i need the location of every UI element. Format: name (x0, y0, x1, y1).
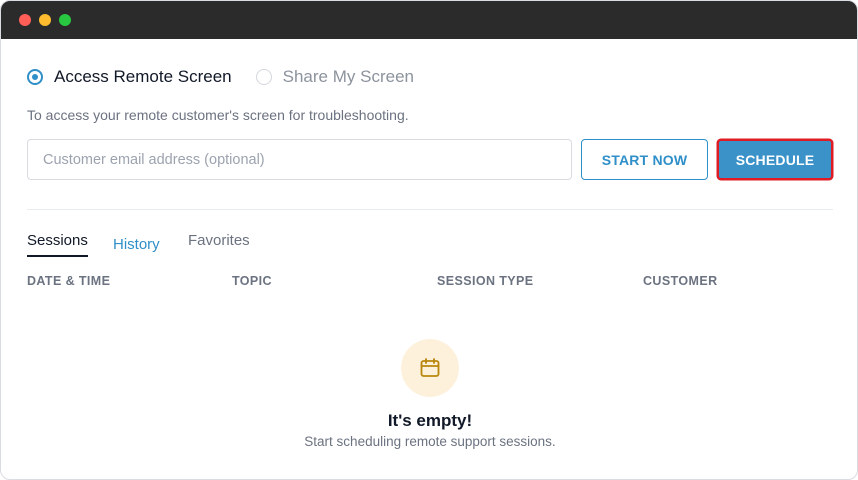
helper-text: To access your remote customer's screen … (27, 107, 409, 123)
app-window: Access Remote Screen Share My Screen To … (0, 0, 858, 480)
radio-checked-icon[interactable] (27, 69, 43, 85)
close-window-button[interactable] (19, 14, 31, 26)
section-divider (27, 209, 833, 210)
schedule-button[interactable]: SCHEDULE (717, 139, 833, 180)
tab-history[interactable]: History (113, 236, 160, 253)
tab-sessions[interactable]: Sessions (27, 232, 88, 257)
radio-unchecked-icon[interactable] (255, 69, 272, 85)
tab-favorites[interactable]: Favorites (188, 232, 250, 249)
maximize-window-button[interactable] (59, 14, 71, 26)
empty-state-subtitle: Start scheduling remote support sessions… (304, 434, 556, 449)
empty-state-title: It's empty! (387, 411, 473, 430)
column-header-date-time: DATE & TIME (27, 274, 111, 288)
radio-share-my-screen[interactable]: Share My Screen (255, 67, 414, 87)
empty-state-icon-badge (401, 339, 459, 397)
radio-label: Access Remote Screen (54, 67, 232, 86)
column-header-session-type: SESSION TYPE (437, 274, 534, 288)
radio-label: Share My Screen (282, 67, 414, 86)
column-header-customer: CUSTOMER (643, 274, 718, 288)
start-now-button[interactable]: START NOW (581, 139, 708, 180)
column-header-topic: TOPIC (232, 274, 272, 288)
minimize-window-button[interactable] (39, 14, 51, 26)
title-bar (1, 1, 857, 39)
customer-email-input[interactable] (27, 139, 572, 180)
radio-access-remote-screen[interactable]: Access Remote Screen (27, 67, 232, 87)
mode-selector: Access Remote Screen Share My Screen (27, 65, 414, 89)
calendar-icon (420, 358, 440, 377)
